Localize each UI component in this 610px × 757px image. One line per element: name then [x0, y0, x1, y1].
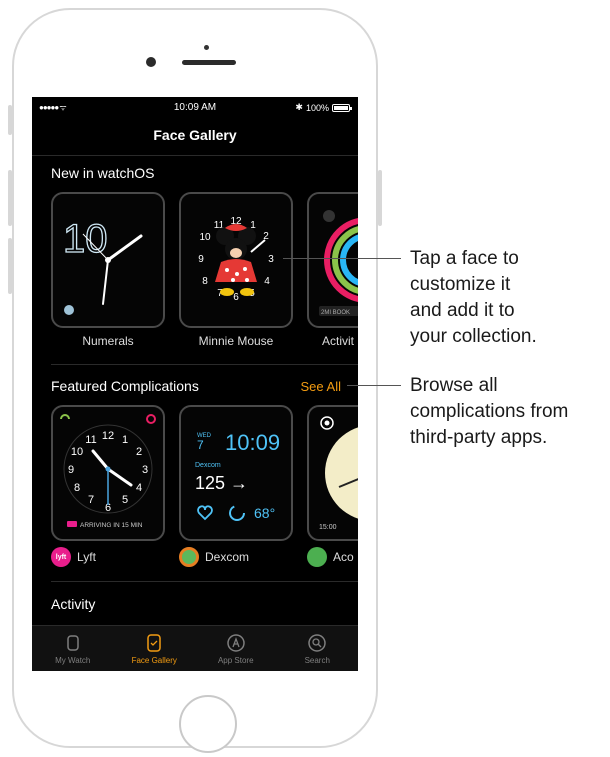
complication-card-lyft[interactable]: 12 1 2 345 678 9 10 11 ARRIVING IN 15 MIN: [51, 405, 165, 541]
face-label-minnie-mouse: Minnie Mouse: [198, 334, 274, 348]
earpiece-speaker: [182, 60, 236, 65]
lyft-face-icon: 12 12 345 678 91011 ARRIVING IN 15 MIN: [60, 414, 156, 529]
battery-percent: 100%: [305, 102, 329, 113]
minnie-mouse-face-icon: 1212 345 678 91011: [198, 216, 274, 303]
svg-text:6: 6: [233, 292, 239, 303]
face-gallery-icon: [147, 633, 161, 652]
home-button[interactable]: [179, 695, 237, 753]
svg-text:9: 9: [198, 254, 204, 265]
nav-divider: [32, 155, 358, 156]
complication-card-dexcom[interactable]: WED 7 10:09 Dexcom 125 → 68°: [179, 405, 293, 541]
activity-rings-icon: 2MI BOOK: [319, 210, 358, 316]
svg-text:7: 7: [88, 494, 94, 506]
callout-face: Tap a face to customize it and add it to…: [410, 248, 537, 347]
search-icon: [308, 633, 326, 652]
lyft-app-icon: lyft: [51, 547, 71, 567]
battery-status: ✱ 100%: [295, 102, 352, 113]
section-title-new: New in watchOS: [51, 165, 155, 181]
watch-icon: [67, 634, 79, 651]
svg-text:3: 3: [142, 464, 148, 476]
dexcom-face-icon: WED 7 10:09 Dexcom 125 → 68°: [195, 430, 280, 521]
dexcom-app-icon: [179, 547, 199, 567]
phone-screen: ●●●●● ᯤ 10:09 AM ✱ 100% Face Gallery New…: [32, 97, 358, 671]
tab-app-store[interactable]: App Store: [195, 626, 277, 671]
svg-text:9: 9: [68, 464, 74, 476]
face-card-numerals[interactable]: 10: [51, 192, 165, 328]
section-title-featured: Featured Complications: [51, 378, 199, 394]
section-divider: [51, 364, 358, 365]
callout-line-face: [283, 258, 401, 259]
svg-text:5: 5: [122, 494, 128, 506]
complication-label-lyft: lyft Lyft: [51, 547, 96, 567]
svg-text:11: 11: [85, 434, 96, 446]
see-all-link[interactable]: See All: [301, 379, 341, 394]
svg-text:15:00: 15:00: [319, 524, 337, 531]
svg-text:2MI BOOK: 2MI BOOK: [321, 310, 350, 316]
face-label-activity: Activit: [322, 334, 355, 348]
tab-bar: My Watch Face Gallery App Store Search: [32, 625, 358, 671]
app-store-icon: [227, 633, 245, 652]
svg-text:2: 2: [136, 446, 142, 458]
power-button: [378, 170, 382, 226]
section-title-activity: Activity: [51, 596, 96, 612]
battery-icon: [332, 103, 352, 112]
complication-label-aco: Aco: [307, 547, 354, 567]
tab-face-gallery[interactable]: Face Gallery: [114, 626, 196, 671]
bluetooth-icon: ✱: [295, 102, 303, 112]
tab-my-watch[interactable]: My Watch: [32, 626, 114, 671]
svg-text:8: 8: [202, 276, 208, 287]
numerals-face-icon: 10: [62, 216, 143, 315]
svg-text:1: 1: [122, 434, 128, 446]
svg-text:68°: 68°: [254, 505, 275, 521]
front-camera: [146, 57, 156, 67]
camera: [204, 45, 209, 50]
tab-search[interactable]: Search: [277, 626, 359, 671]
face-label-numerals: Numerals: [82, 334, 134, 348]
volume-down-button: [8, 238, 12, 294]
aco-app-icon: [307, 547, 327, 567]
svg-text:10: 10: [71, 446, 83, 458]
svg-text:125 →: 125 →: [195, 473, 248, 493]
svg-text:7: 7: [197, 438, 204, 452]
svg-text:4: 4: [136, 482, 142, 494]
page-title: Face Gallery: [153, 127, 237, 143]
callout-line-browse: [347, 385, 401, 386]
svg-text:10:09: 10:09: [225, 430, 280, 455]
svg-text:3: 3: [268, 254, 274, 265]
svg-text:Dexcom: Dexcom: [195, 462, 221, 469]
svg-text:8: 8: [74, 482, 80, 494]
status-bar: ●●●●● ᯤ 10:09 AM ✱ 100%: [32, 97, 358, 117]
volume-up-button: [8, 170, 12, 226]
svg-text:ARRIVING IN 15 MIN: ARRIVING IN 15 MIN: [80, 522, 143, 529]
face-card-activity[interactable]: 2MI BOOK: [307, 192, 358, 328]
callout-browse: Browse all complications from third-part…: [410, 375, 569, 448]
svg-text:10: 10: [63, 217, 108, 261]
svg-text:12: 12: [102, 430, 114, 442]
face-card-minnie-mouse[interactable]: 1212 345 678 91011: [179, 192, 293, 328]
mute-switch: [8, 105, 12, 135]
aco-face-icon: 15:00: [319, 416, 358, 531]
svg-text:4: 4: [264, 276, 270, 287]
complication-label-dexcom: Dexcom: [179, 547, 249, 567]
complication-card-aco[interactable]: 15:00: [307, 405, 358, 541]
svg-text:10: 10: [199, 232, 211, 243]
section-divider: [51, 581, 358, 582]
